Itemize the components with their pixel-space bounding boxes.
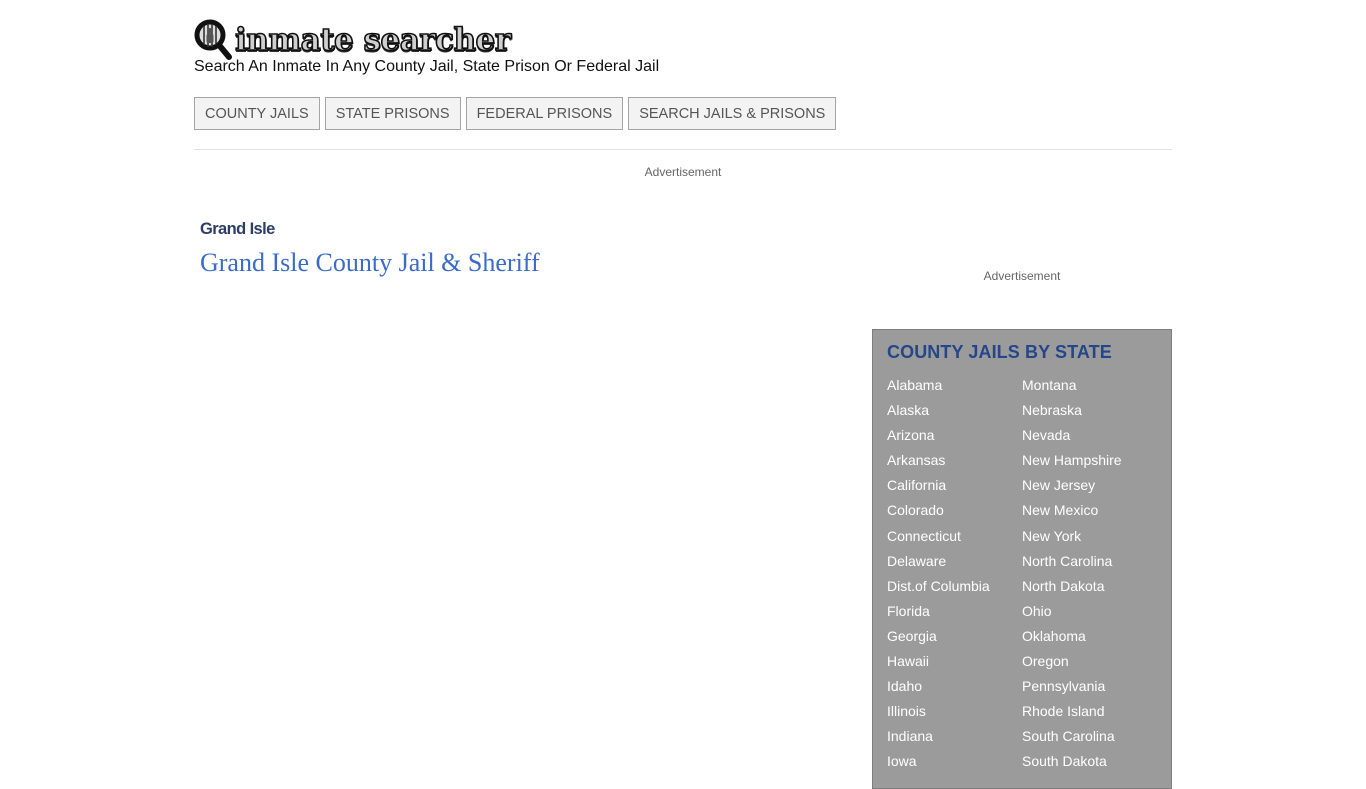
advertisement-label-side: Advertisement [983,269,1061,283]
state-link[interactable]: Delaware [887,549,1022,574]
state-link[interactable]: North Dakota [1022,574,1122,599]
state-link[interactable]: Colorado [887,498,1022,523]
state-link[interactable]: New York [1022,524,1122,549]
nav-federal-prisons[interactable]: FEDERAL PRISONS [465,97,624,130]
state-link[interactable]: Alaska [887,398,1022,423]
state-link[interactable]: California [887,473,1022,498]
nav-county-jails[interactable]: COUNTY JAILS [194,97,320,130]
county-jails-by-state-panel: COUNTY JAILS BY STATE Alabama Alaska Ari… [872,329,1172,789]
state-link[interactable]: Ohio [1022,599,1122,624]
state-link[interactable]: Montana [1022,373,1122,398]
state-column-1: Alabama Alaska Arizona Arkansas Californ… [887,373,1022,775]
state-link[interactable]: New Mexico [1022,498,1122,523]
advertisement-label-top: Advertisement [644,165,722,179]
state-link[interactable]: New Jersey [1022,473,1122,498]
site-logo[interactable]: inmate searcher [194,18,512,62]
panel-heading: COUNTY JAILS BY STATE [887,342,1112,362]
site-tagline: Search An Inmate In Any County Jail, Sta… [194,58,660,75]
state-column-2: Montana Nebraska Nevada New Hampshire Ne… [1022,373,1122,775]
state-link[interactable]: New Hampshire [1022,448,1122,473]
state-link[interactable]: Oregon [1022,649,1122,674]
state-link[interactable]: Alabama [887,373,1022,398]
state-link[interactable]: Rhode Island [1022,699,1122,724]
nav-state-prisons[interactable]: STATE PRISONS [324,97,461,130]
page-title-link[interactable]: Grand Isle County Jail & Sheriff [200,248,540,278]
state-link[interactable]: South Carolina [1022,724,1122,749]
state-link[interactable]: South Dakota [1022,749,1122,774]
state-link[interactable]: Connecticut [887,524,1022,549]
main-nav: COUNTY JAILS STATE PRISONS FEDERAL PRISO… [194,97,837,130]
state-link[interactable]: Georgia [887,624,1022,649]
header-divider [194,149,1172,150]
state-link[interactable]: Hawaii [887,649,1022,674]
state-link[interactable]: North Carolina [1022,549,1122,574]
state-link[interactable]: Arkansas [887,448,1022,473]
state-link[interactable]: Iowa [887,749,1022,774]
magnifier-inmate-icon [194,19,234,61]
state-link[interactable]: Indiana [887,724,1022,749]
state-link[interactable]: Florida [887,599,1022,624]
state-link[interactable]: Idaho [887,674,1022,699]
state-link[interactable]: Nebraska [1022,398,1122,423]
state-link[interactable]: Nevada [1022,423,1122,448]
state-link[interactable]: Illinois [887,699,1022,724]
state-link[interactable]: Pennsylvania [1022,674,1122,699]
nav-search-jails-prisons[interactable]: SEARCH JAILS & PRISONS [628,97,837,130]
state-link[interactable]: Dist.of Columbia [887,574,1022,599]
logo-text: inmate searcher [234,21,512,59]
state-link[interactable]: Arizona [887,423,1022,448]
breadcrumb: Grand Isle [200,220,275,238]
state-link[interactable]: Oklahoma [1022,624,1122,649]
